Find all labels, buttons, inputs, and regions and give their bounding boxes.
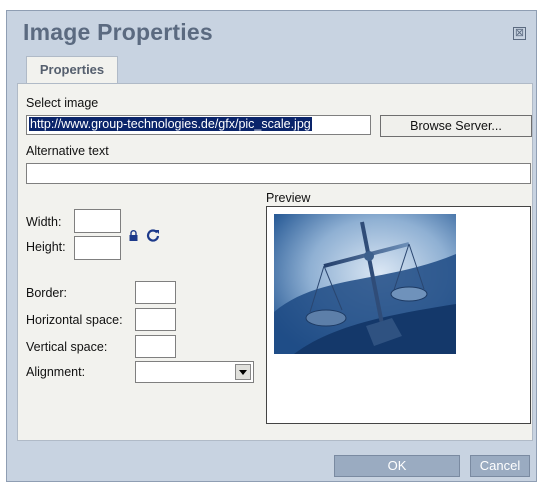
chevron-down-icon[interactable] — [235, 364, 251, 380]
alt-text-label: Alternative text — [26, 144, 109, 158]
refresh-icon[interactable] — [146, 228, 160, 242]
height-input[interactable] — [74, 236, 121, 260]
height-label: Height: — [26, 240, 66, 254]
preview-box — [266, 206, 531, 424]
hspace-label: Horizontal space: — [26, 313, 123, 327]
border-input[interactable] — [135, 281, 176, 304]
width-label: Width: — [26, 215, 62, 229]
cancel-button[interactable]: Cancel — [470, 455, 530, 477]
alt-text-input[interactable] — [26, 163, 531, 184]
alignment-select[interactable] — [135, 361, 254, 383]
browse-server-button[interactable]: Browse Server... — [380, 115, 532, 137]
vspace-label: Vertical space: — [26, 340, 108, 354]
preview-image — [274, 214, 456, 354]
close-icon[interactable]: ⊠ — [513, 27, 526, 40]
title-bar: Image Properties ⊠ — [7, 11, 536, 57]
vspace-input[interactable] — [135, 335, 176, 358]
url-input[interactable]: http://www.group-technologies.de/gfx/pic… — [26, 115, 371, 135]
border-label: Border: — [26, 286, 67, 300]
hspace-input[interactable] — [135, 308, 176, 331]
image-properties-dialog: Image Properties ⊠ Properties Select ima… — [6, 10, 537, 482]
ok-button[interactable]: OK — [334, 455, 460, 477]
select-image-label: Select image — [26, 96, 99, 110]
url-input-value: http://www.group-technologies.de/gfx/pic… — [29, 117, 312, 131]
preview-label: Preview — [266, 191, 311, 205]
tab-properties[interactable]: Properties — [26, 56, 118, 83]
width-input[interactable] — [74, 209, 121, 233]
dialog-title: Image Properties — [23, 19, 213, 45]
alignment-label: Alignment: — [26, 365, 86, 379]
lock-icon[interactable] — [128, 230, 139, 241]
